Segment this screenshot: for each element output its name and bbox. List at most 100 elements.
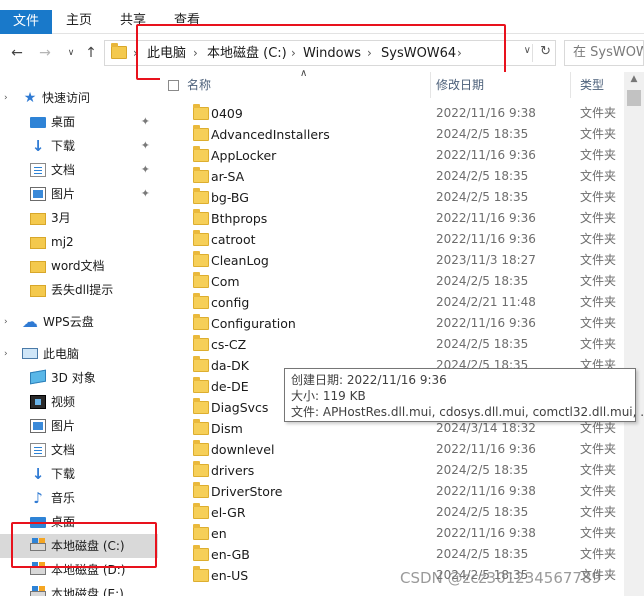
column-divider[interactable] bbox=[570, 72, 571, 98]
column-header-icon-checkbox[interactable]: 名称 bbox=[168, 76, 211, 94]
nav-item-local-disk-d[interactable]: 本地磁盘 (D:) bbox=[0, 558, 158, 582]
nav-label: 本地磁盘 (E:) bbox=[51, 587, 124, 596]
file-name: config bbox=[211, 295, 250, 310]
vertical-scrollbar[interactable]: ▲ bbox=[624, 72, 644, 596]
breadcrumb-local-disk-c[interactable]: 本地磁盘 (C:) bbox=[207, 45, 287, 63]
nav-item-folder-dll[interactable]: 丢失dll提示 bbox=[0, 278, 158, 302]
nav-item-folder-march[interactable]: 3月 bbox=[0, 206, 158, 230]
file-row[interactable]: Com 2024/2/5 18:35 文件夹 bbox=[160, 271, 624, 292]
scroll-up-icon[interactable]: ▲ bbox=[624, 74, 644, 84]
tab-file[interactable]: 文件 bbox=[0, 10, 52, 34]
breadcrumb-this-pc[interactable]: 此电脑 bbox=[147, 45, 186, 63]
file-date: 2024/2/5 18:35 bbox=[436, 274, 529, 288]
file-name: catroot bbox=[211, 232, 256, 247]
file-row[interactable]: en-GB 2024/2/5 18:35 文件夹 bbox=[160, 544, 624, 565]
file-row[interactable]: en 2022/11/16 9:38 文件夹 bbox=[160, 523, 624, 544]
nav-item-local-disk-c[interactable]: 本地磁盘 (C:) bbox=[0, 534, 158, 558]
tooltip-files: 文件: APHostRes.dll.mui, cdosys.dll.mui, c… bbox=[291, 405, 644, 419]
pin-icon[interactable]: ✦ bbox=[141, 134, 150, 158]
file-row[interactable]: cs-CZ 2024/2/5 18:35 文件夹 bbox=[160, 334, 624, 355]
file-row[interactable]: config 2024/2/21 11:48 文件夹 bbox=[160, 292, 624, 313]
folder-icon bbox=[30, 261, 46, 273]
nav-item-3d-objects[interactable]: 3D 对象 bbox=[0, 366, 158, 390]
file-row[interactable]: drivers 2024/2/5 18:35 文件夹 bbox=[160, 460, 624, 481]
file-row[interactable]: catroot 2022/11/16 9:36 文件夹 bbox=[160, 229, 624, 250]
recent-locations-chevron-icon[interactable]: ∨ bbox=[62, 44, 80, 62]
nav-item-folder-mj2[interactable]: mj2 bbox=[0, 230, 158, 254]
nav-item-music[interactable]: ♪ 音乐 bbox=[0, 486, 158, 510]
nav-item-documents-pc[interactable]: 文档 bbox=[0, 438, 158, 462]
file-row[interactable]: el-GR 2024/2/5 18:35 文件夹 bbox=[160, 502, 624, 523]
file-row[interactable]: AppLocker 2022/11/16 9:36 文件夹 bbox=[160, 145, 624, 166]
expand-caret-icon[interactable]: › bbox=[4, 310, 8, 334]
column-divider[interactable] bbox=[430, 72, 431, 98]
breadcrumb-syswow64[interactable]: SysWOW64 bbox=[381, 45, 456, 63]
nav-quick-access[interactable]: › ★ 快速访问 bbox=[0, 86, 158, 110]
nav-item-pictures[interactable]: 图片 ✦ bbox=[0, 182, 158, 206]
folder-icon bbox=[193, 461, 209, 477]
nav-item-local-disk-e[interactable]: 本地磁盘 (E:) bbox=[0, 582, 158, 596]
folder-icon bbox=[193, 251, 209, 267]
expand-caret-icon[interactable]: › bbox=[4, 342, 8, 366]
column-type-label[interactable]: 类型 bbox=[580, 76, 604, 94]
file-row[interactable]: Bthprops 2022/11/16 9:36 文件夹 bbox=[160, 208, 624, 229]
nav-item-downloads[interactable]: ↓ 下载 ✦ bbox=[0, 134, 158, 158]
file-row[interactable]: AdvancedInstallers 2024/2/5 18:35 文件夹 bbox=[160, 124, 624, 145]
folder-icon bbox=[30, 285, 46, 297]
folder-icon bbox=[193, 272, 209, 288]
folder-icon bbox=[193, 293, 209, 309]
file-row[interactable]: Configuration 2022/11/16 9:36 文件夹 bbox=[160, 313, 624, 334]
file-date: 2022/11/16 9:36 bbox=[436, 316, 536, 330]
nav-wps-cloud[interactable]: › ☁ WPS云盘 bbox=[0, 310, 158, 334]
nav-label: 音乐 bbox=[51, 491, 76, 505]
file-name: downlevel bbox=[211, 442, 275, 457]
download-icon: ↓ bbox=[31, 465, 45, 483]
tooltip-size: 大小: 119 KB bbox=[291, 389, 366, 403]
file-type: 文件夹 bbox=[580, 169, 617, 183]
nav-label: 下载 bbox=[51, 467, 76, 481]
refresh-icon[interactable]: ↻ bbox=[540, 44, 551, 59]
tab-home[interactable]: 主页 bbox=[66, 10, 92, 32]
file-row[interactable]: ar-SA 2024/2/5 18:35 文件夹 bbox=[160, 166, 624, 187]
address-bar[interactable]: › 此电脑 › 本地磁盘 (C:) › Windows › SysWOW64 ›… bbox=[104, 40, 556, 66]
drive-icon bbox=[30, 562, 46, 575]
nav-this-pc[interactable]: › 此电脑 bbox=[0, 342, 158, 366]
tab-share[interactable]: 共享 bbox=[120, 10, 146, 32]
folder-icon bbox=[193, 419, 209, 435]
breadcrumb-windows[interactable]: Windows bbox=[303, 45, 361, 63]
document-icon bbox=[30, 443, 46, 457]
address-dropdown-icon[interactable]: ∨ bbox=[524, 45, 531, 56]
nav-item-folder-word[interactable]: word文档 bbox=[0, 254, 158, 278]
column-date-label[interactable]: 修改日期 bbox=[436, 76, 484, 94]
file-date: 2022/11/16 9:36 bbox=[436, 442, 536, 456]
pin-icon[interactable]: ✦ bbox=[141, 158, 150, 182]
scroll-thumb[interactable] bbox=[627, 90, 641, 106]
pin-icon[interactable]: ✦ bbox=[141, 110, 150, 134]
file-row[interactable]: DriverStore 2022/11/16 9:38 文件夹 bbox=[160, 481, 624, 502]
nav-item-desktop[interactable]: 桌面 ✦ bbox=[0, 110, 158, 134]
column-name-label[interactable]: 名称 bbox=[187, 78, 211, 92]
nav-item-videos[interactable]: 视频 bbox=[0, 390, 158, 414]
select-all-checkbox[interactable] bbox=[168, 80, 179, 91]
file-row[interactable]: bg-BG 2024/2/5 18:35 文件夹 bbox=[160, 187, 624, 208]
file-type: 文件夹 bbox=[580, 148, 617, 162]
forward-arrow-icon[interactable]: → bbox=[36, 44, 54, 62]
file-tooltip: 创建日期: 2022/11/16 9:36 大小: 119 KB 文件: APH… bbox=[284, 368, 644, 422]
file-row[interactable]: CleanLog 2023/11/3 18:27 文件夹 bbox=[160, 250, 624, 271]
search-input[interactable]: 在 SysWOW64 bbox=[564, 40, 644, 66]
file-date: 2024/2/5 18:35 bbox=[436, 463, 529, 477]
tab-view[interactable]: 查看 bbox=[174, 10, 200, 32]
nav-item-downloads-pc[interactable]: ↓ 下载 bbox=[0, 462, 158, 486]
sort-ascending-icon: ∧ bbox=[300, 68, 308, 79]
pin-icon[interactable]: ✦ bbox=[141, 182, 150, 206]
file-row[interactable]: downlevel 2022/11/16 9:36 文件夹 bbox=[160, 439, 624, 460]
back-arrow-icon[interactable]: ← bbox=[8, 44, 26, 62]
file-name: en-GB bbox=[211, 547, 250, 562]
nav-item-pictures-pc[interactable]: 图片 bbox=[0, 414, 158, 438]
up-arrow-icon[interactable]: ↑ bbox=[82, 44, 100, 62]
expand-caret-icon[interactable]: › bbox=[4, 86, 8, 110]
drive-icon bbox=[30, 586, 46, 596]
nav-item-documents[interactable]: 文档 ✦ bbox=[0, 158, 158, 182]
file-row[interactable]: 0409 2022/11/16 9:38 文件夹 bbox=[160, 103, 624, 124]
nav-item-desktop-pc[interactable]: 桌面 bbox=[0, 510, 158, 534]
